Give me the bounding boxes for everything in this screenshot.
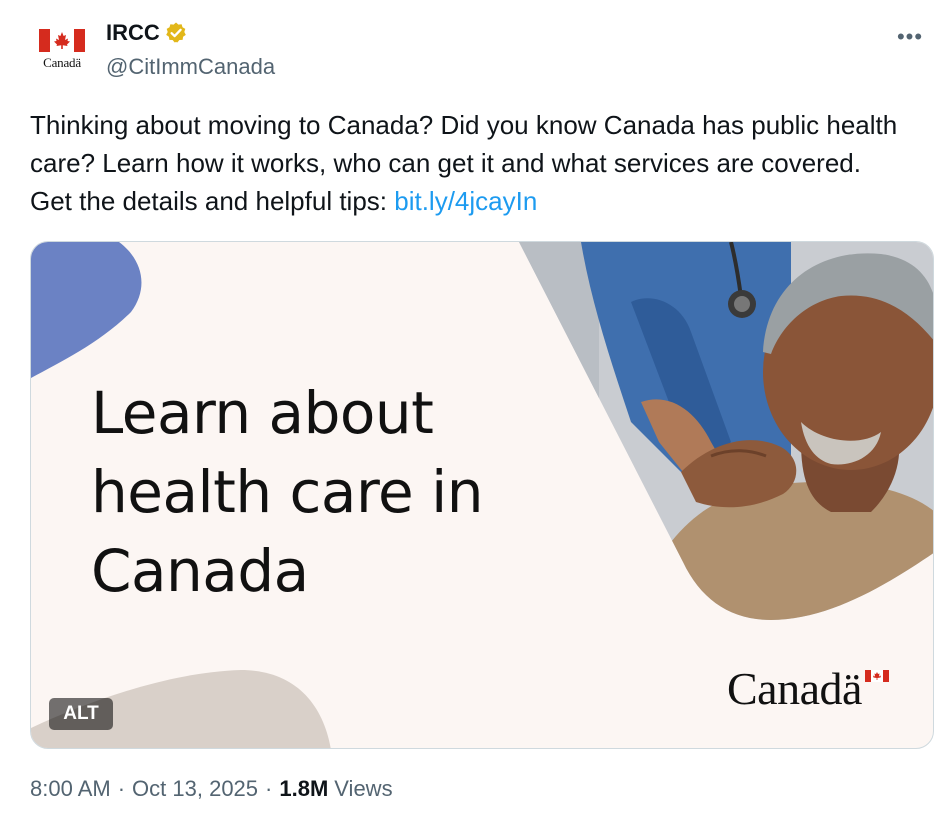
canada-wordmark: Canadä [727,662,889,715]
canada-wordmark-text: Canadä [727,663,862,714]
headline-line-3: Canada [91,537,309,605]
headline-line-1: Learn about [91,379,434,447]
photo-region [519,242,933,620]
tweet-date[interactable]: Oct 13, 2025 [132,776,258,802]
media-image[interactable]: Learn about health care in Canada Canadä… [30,241,934,749]
more-options-icon[interactable]: ••• [890,22,930,52]
canada-flag-icon [39,29,85,52]
views-count: 1.8M [279,776,329,801]
avatar[interactable]: Canadä [30,18,94,82]
blue-blob-shape [31,242,142,378]
media-headline: Learn about health care in Canada [91,374,484,611]
tweet-text: Thinking about moving to Canada? Did you… [30,106,910,220]
headline-line-2: health care in [91,458,484,526]
meta-separator-1: · [117,776,126,801]
tweet-link[interactable]: bit.ly/4jcayIn [394,186,537,216]
tweet-time[interactable]: 8:00 AM [30,776,111,802]
verified-badge-icon[interactable] [164,21,188,45]
alt-text-badge[interactable]: ALT [49,698,113,730]
author-name-row: IRCC [106,20,188,46]
avatar-wordmark: Canadä [43,55,81,70]
canada-mini-flag-icon [865,670,889,682]
views-label: Views [334,776,393,801]
display-name[interactable]: IRCC [106,20,160,46]
tweet-meta: 8:00 AM · Oct 13, 2025 · 1.8M Views [30,776,393,802]
author-handle[interactable]: @CitImmCanada [106,54,275,80]
meta-separator-2: · [265,776,273,801]
tweet: Canadä IRCC @CitImmCanada ••• Thinking a… [0,0,942,835]
